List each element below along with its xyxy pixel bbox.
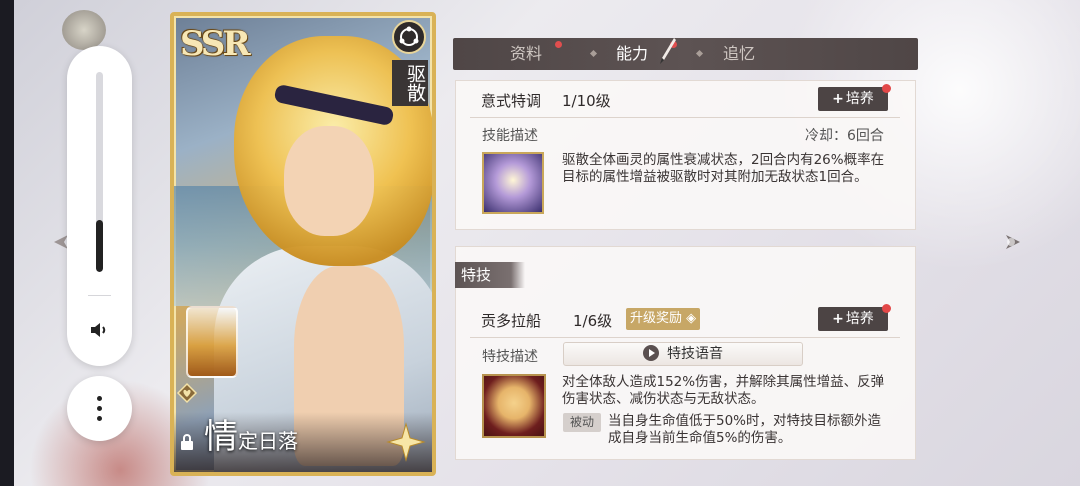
volume-divider	[88, 295, 111, 296]
special-grow-button[interactable]: + 培养	[818, 307, 888, 331]
special-desc-title: 特技描述	[482, 349, 538, 365]
play-icon	[643, 345, 659, 361]
skill-name: 意式特调	[481, 92, 542, 110]
special-portrait-icon[interactable]	[482, 374, 546, 438]
special-name: 贡多拉船	[481, 312, 542, 330]
special-grow-badge	[882, 304, 891, 313]
passive-description: 当自身生命值低于50%时，对特技目标额外造成自身当前生命值5%的伤害。	[608, 413, 882, 446]
speaker-icon[interactable]	[87, 318, 111, 342]
volume-panel	[67, 46, 132, 366]
tab-separator	[695, 49, 704, 58]
passive-tag: 被动	[563, 413, 601, 432]
home-emblem-icon[interactable]	[62, 10, 106, 50]
skill-description: 驱散全体画灵的属性衰减状态，2回合内有26%概率在目标的属性增益被驱散时对其附加…	[562, 152, 885, 185]
sun-emblem-icon	[392, 20, 426, 54]
tab-profile[interactable]: 资料	[510, 38, 542, 70]
more-dot	[97, 406, 102, 411]
star-decor-icon	[386, 422, 426, 462]
more-dot	[97, 416, 102, 421]
skill-grow-label: 培养	[845, 91, 874, 107]
skill-desc-title: 技能描述	[482, 128, 538, 144]
volume-slider[interactable]	[96, 72, 103, 272]
special-section-title: 特技	[455, 262, 525, 288]
tab-bar: 资料 能力 追忆	[453, 38, 918, 70]
skill-cooldown: 冷却：6回合	[805, 128, 884, 144]
character-card[interactable]: SSR 驱散 情定日落	[170, 12, 436, 476]
special-voice-button[interactable]: 特技语音	[563, 342, 803, 366]
card-name-rest: 定日落	[238, 429, 298, 453]
volume-level-fill	[96, 220, 103, 272]
tab-profile-badge	[555, 41, 562, 48]
more-vertical-icon	[97, 396, 102, 401]
card-glass-art	[186, 306, 238, 378]
skill-grow-button[interactable]: + 培养	[818, 87, 888, 111]
tab-memory-label: 追忆	[723, 44, 756, 63]
tab-ability[interactable]: 能力	[616, 38, 648, 70]
plus-icon: +	[832, 91, 844, 107]
lock-icon[interactable]	[180, 434, 194, 450]
card-type-label: 驱散	[392, 60, 428, 106]
special-voice-label: 特技语音	[667, 346, 723, 362]
card-face-art	[284, 126, 374, 236]
heart-icon[interactable]	[176, 382, 198, 404]
upgrade-reward-label: 升级奖励	[630, 311, 683, 326]
help-icon: ◈	[682, 311, 697, 326]
tab-memory[interactable]: 追忆	[723, 38, 755, 70]
special-level: 1/6级	[573, 312, 613, 330]
rarity-label: SSR	[180, 24, 251, 64]
special-grow-label: 培养	[845, 311, 874, 327]
divider	[470, 117, 900, 118]
divider	[470, 337, 900, 338]
more-options-button[interactable]	[67, 376, 132, 441]
next-arrow-icon[interactable]	[998, 232, 1024, 252]
skill-level: 1/10级	[562, 92, 611, 110]
skill-portrait-icon[interactable]	[482, 152, 544, 214]
skill-grow-badge	[882, 84, 891, 93]
tab-profile-label: 资料	[510, 44, 543, 63]
tab-separator	[589, 49, 598, 58]
plus-icon: +	[832, 311, 844, 327]
card-name: 情定日落	[204, 409, 298, 458]
screen-edge	[0, 0, 14, 486]
special-description: 对全体敌人造成152%伤害，并解除其属性增益、反弹伤害状态、减伤状态与无敌状态。	[562, 374, 885, 407]
brush-icon	[660, 38, 676, 64]
card-name-first: 情	[204, 417, 238, 457]
tab-ability-label: 能力	[616, 44, 649, 63]
upgrade-reward-button[interactable]: 升级奖励 ◈	[626, 308, 701, 330]
